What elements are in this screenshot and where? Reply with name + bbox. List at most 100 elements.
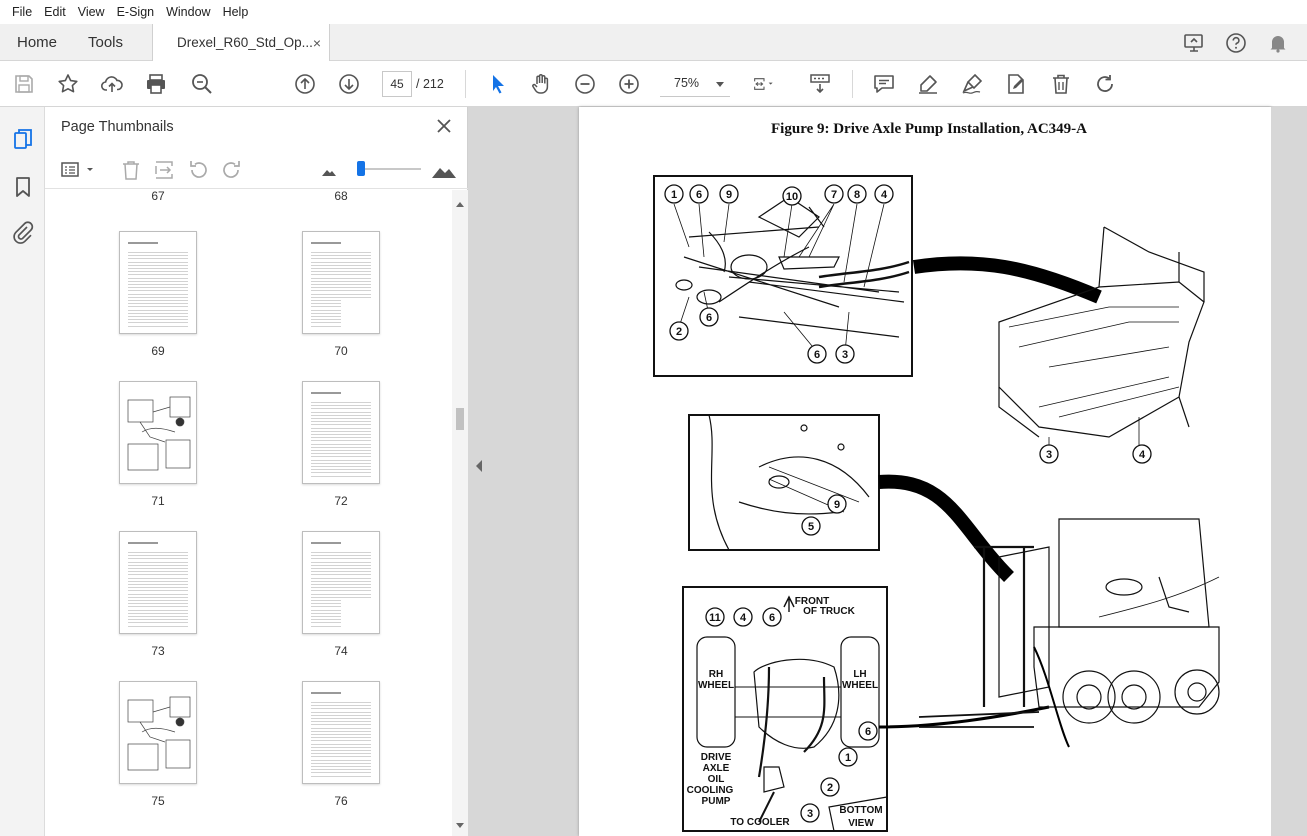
tab-document[interactable]: Drexel_R60_Std_Op... × <box>152 24 330 61</box>
fit-page-icon[interactable] <box>752 72 788 96</box>
diagram-label-view: VIEW <box>848 818 874 829</box>
thumbnail-text-line <box>311 625 341 627</box>
thumbnail-text-line <box>128 303 188 305</box>
page-thumbnail[interactable] <box>302 231 380 334</box>
thumbnail-text-line <box>311 450 371 451</box>
thumbnail-text-line <box>311 325 341 327</box>
delete-trash-icon[interactable] <box>1049 72 1073 96</box>
hand-pan-icon[interactable] <box>529 72 553 96</box>
thumbnail-text-line <box>128 603 188 605</box>
small-thumbnail-icon[interactable] <box>321 159 337 181</box>
thumbnail-text-line <box>311 705 371 707</box>
zoom-out-icon[interactable] <box>573 72 597 96</box>
thumbnail-text-line <box>311 466 371 467</box>
thumbnail-text-line <box>311 596 371 598</box>
thumbnail-text-line <box>128 252 188 253</box>
page-thumbnail[interactable] <box>302 381 380 484</box>
thumbnail-text-line <box>128 309 188 311</box>
thumbnail-text-line <box>311 303 341 305</box>
zoom-search-icon[interactable] <box>190 72 214 96</box>
thumbnail-text-line <box>311 750 371 751</box>
page-number-input[interactable]: 45 <box>382 71 412 97</box>
thumbnail-text-line <box>128 577 188 579</box>
viewport-margin <box>1271 107 1307 836</box>
thumbnail-page-number: 71 <box>151 494 165 508</box>
comment-icon[interactable] <box>872 72 896 96</box>
zoom-level-dropdown[interactable]: 75% <box>660 71 730 97</box>
page-total: / 212 <box>416 77 444 91</box>
tab-tools[interactable]: Tools <box>88 24 123 61</box>
thumbnail-options-icon[interactable] <box>60 159 96 181</box>
menu-view[interactable]: View <box>72 5 111 19</box>
thumbnail-text-line <box>311 264 371 266</box>
bookmarks-icon[interactable] <box>11 175 35 199</box>
previous-page-icon[interactable] <box>293 72 317 96</box>
menu-window[interactable]: Window <box>160 5 216 19</box>
thumbnail-text-line <box>128 593 188 595</box>
rotate-left-icon[interactable] <box>187 159 209 181</box>
zoom-in-icon[interactable] <box>617 72 641 96</box>
page-thumbnail[interactable] <box>302 531 380 634</box>
page-thumbnail[interactable] <box>119 381 197 484</box>
redo-rotate-icon[interactable] <box>1093 72 1117 96</box>
diagram-label-bottom: BOTTOM <box>839 805 882 816</box>
menu-bar: File Edit View E-Sign Window Help <box>0 0 1307 24</box>
rotate-right-icon[interactable] <box>221 159 243 181</box>
menu-edit[interactable]: Edit <box>38 5 72 19</box>
thumbnail-text-line <box>128 574 188 576</box>
page-thumbnail[interactable] <box>119 231 197 334</box>
print-icon[interactable] <box>144 72 168 96</box>
menu-esign[interactable]: E-Sign <box>111 5 161 19</box>
share-screen-icon[interactable] <box>1183 32 1205 54</box>
thumbnail-text-line <box>128 625 188 627</box>
bookmark-star-icon[interactable] <box>56 72 80 96</box>
scroll-up-icon[interactable] <box>456 202 464 207</box>
page-thumbnail[interactable] <box>119 681 197 784</box>
thumbnail-heading <box>311 542 341 544</box>
document-page: Figure 9: Drive Axle Pump Installation, … <box>579 107 1271 836</box>
attachments-paperclip-icon[interactable] <box>11 221 35 245</box>
thumbnail-page-number: 76 <box>334 794 348 808</box>
page-thumbnails-icon[interactable] <box>11 127 35 151</box>
thumbnails-scrollbar[interactable] <box>452 190 468 836</box>
page-thumbnail[interactable] <box>302 681 380 784</box>
thumbnail-text-line <box>311 772 371 774</box>
upload-cloud-icon[interactable] <box>100 72 124 96</box>
sign-pen-icon[interactable] <box>960 72 984 96</box>
callout-number: 6 <box>706 312 712 324</box>
document-viewport[interactable]: Figure 9: Drive Axle Pump Installation, … <box>468 107 1307 836</box>
large-thumbnail-icon[interactable] <box>431 159 457 181</box>
thumbnail-heading <box>128 242 158 244</box>
select-cursor-icon[interactable] <box>486 72 510 96</box>
collapse-panel-icon[interactable] <box>476 460 482 472</box>
scroll-down-icon[interactable] <box>456 823 464 828</box>
menu-file[interactable]: File <box>6 5 38 19</box>
thumbnail-text-line <box>128 287 188 289</box>
thumbnail-text-line <box>311 421 371 423</box>
close-panel-icon[interactable] <box>435 117 453 135</box>
notifications-bell-icon[interactable] <box>1267 32 1289 54</box>
delete-page-icon[interactable] <box>120 159 142 181</box>
diagram-label-oil: OIL <box>708 774 725 785</box>
tab-home[interactable]: Home <box>17 24 57 61</box>
thumbnail-size-slider[interactable] <box>361 168 421 170</box>
insert-page-icon[interactable] <box>153 159 175 181</box>
scroll-mode-icon[interactable] <box>808 72 832 96</box>
page-thumbnail[interactable] <box>119 531 197 634</box>
thumbnail-text-line <box>128 316 188 317</box>
tab-close-icon[interactable]: × <box>313 35 321 51</box>
thumbnail-page-number: 74 <box>334 644 348 658</box>
thumbnail-text-line <box>311 727 371 729</box>
scrollbar-thumb[interactable] <box>456 408 464 430</box>
menu-help[interactable]: Help <box>217 5 255 19</box>
help-icon[interactable] <box>1225 32 1247 54</box>
edit-document-icon[interactable] <box>1004 72 1028 96</box>
thumbnail-size-slider-handle[interactable] <box>357 161 365 176</box>
highlight-pen-icon[interactable] <box>916 72 940 96</box>
save-icon[interactable] <box>12 72 36 96</box>
next-page-icon[interactable] <box>337 72 361 96</box>
thumbnail-text-line <box>311 284 371 285</box>
thumbnail-text-line <box>311 309 341 311</box>
thumbnail-text-line <box>311 437 371 439</box>
callout-number: 6 <box>769 612 775 624</box>
